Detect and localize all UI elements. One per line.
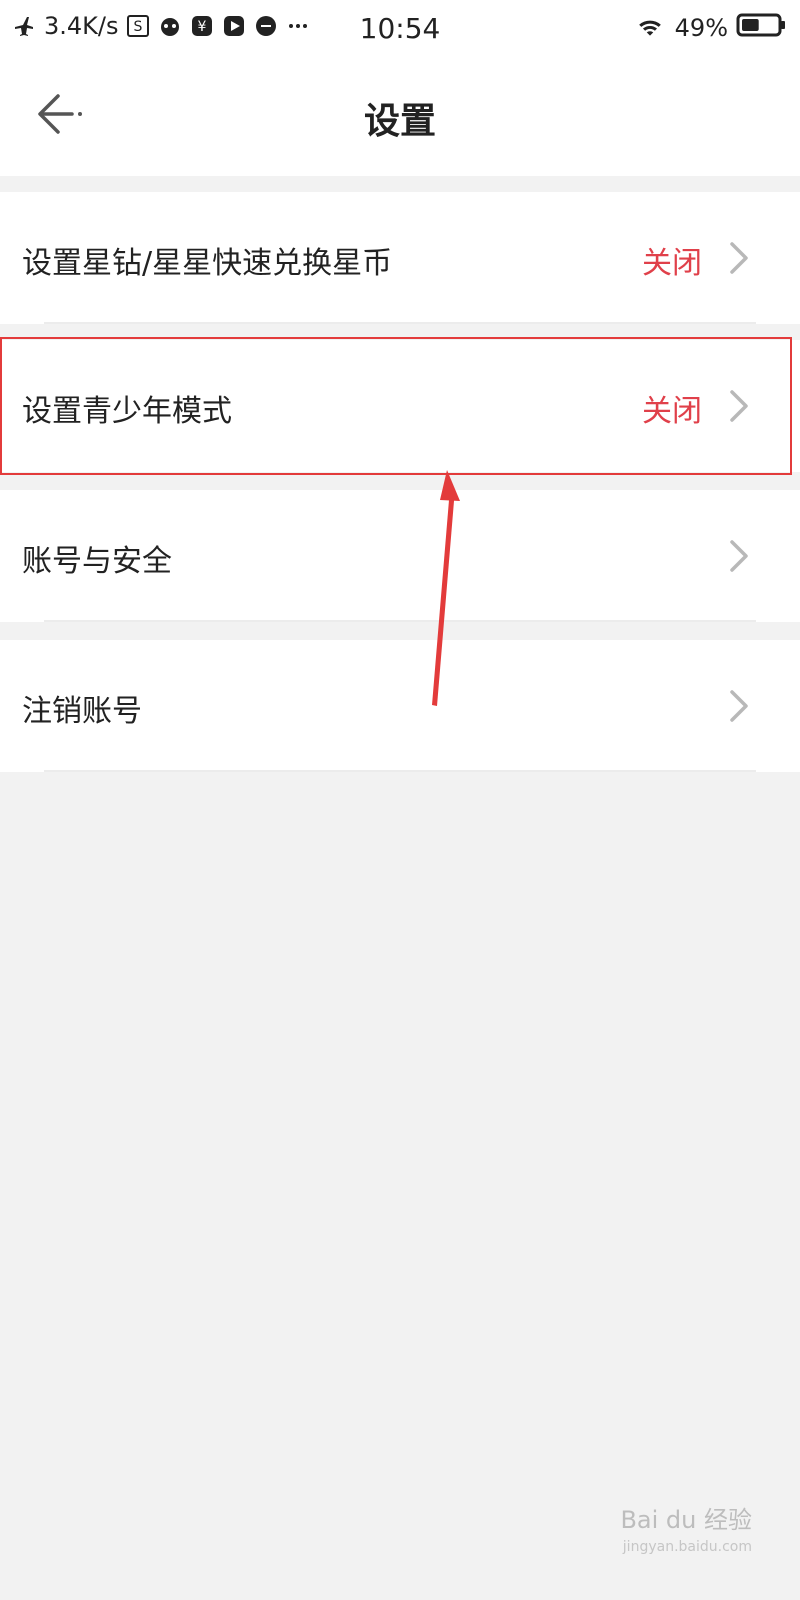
baidu-watermark: Bai du 经验 jingyan.baidu.com (562, 1500, 752, 1580)
chevron-right-icon (730, 540, 748, 572)
battery-percent: 49% (674, 14, 728, 42)
watermark-brand: Bai du 经验 (620, 1506, 752, 1534)
row-label: 账号与安全 (22, 544, 172, 579)
row-divider (44, 770, 756, 772)
battery-icon (736, 12, 786, 44)
chevron-right-icon (730, 690, 748, 722)
row-status: 关闭 (642, 246, 702, 281)
status-bar: 3.4K/s S ¥ 10:54 49% (0, 0, 800, 56)
row-label: 注销账号 (22, 694, 142, 729)
setting-row-quick-exchange[interactable]: 设置星钻/星星快速兑换星币 关闭 (0, 192, 800, 324)
status-right: 49% (633, 12, 786, 44)
row-label: 设置星钻/星星快速兑换星币 (22, 246, 393, 281)
chevron-right-icon (730, 242, 748, 274)
watermark-url: jingyan.baidu.com (622, 1539, 752, 1555)
page-title: 设置 (363, 101, 436, 142)
row-divider (44, 322, 756, 324)
row-divider (44, 620, 756, 622)
wifi-icon (633, 15, 667, 41)
annotation-highlight-box (0, 337, 792, 475)
setting-row-account-security[interactable]: 账号与安全 (0, 490, 800, 622)
nav-bar: 设置 (0, 56, 800, 176)
setting-row-cancel-account[interactable]: 注销账号 (0, 640, 800, 772)
